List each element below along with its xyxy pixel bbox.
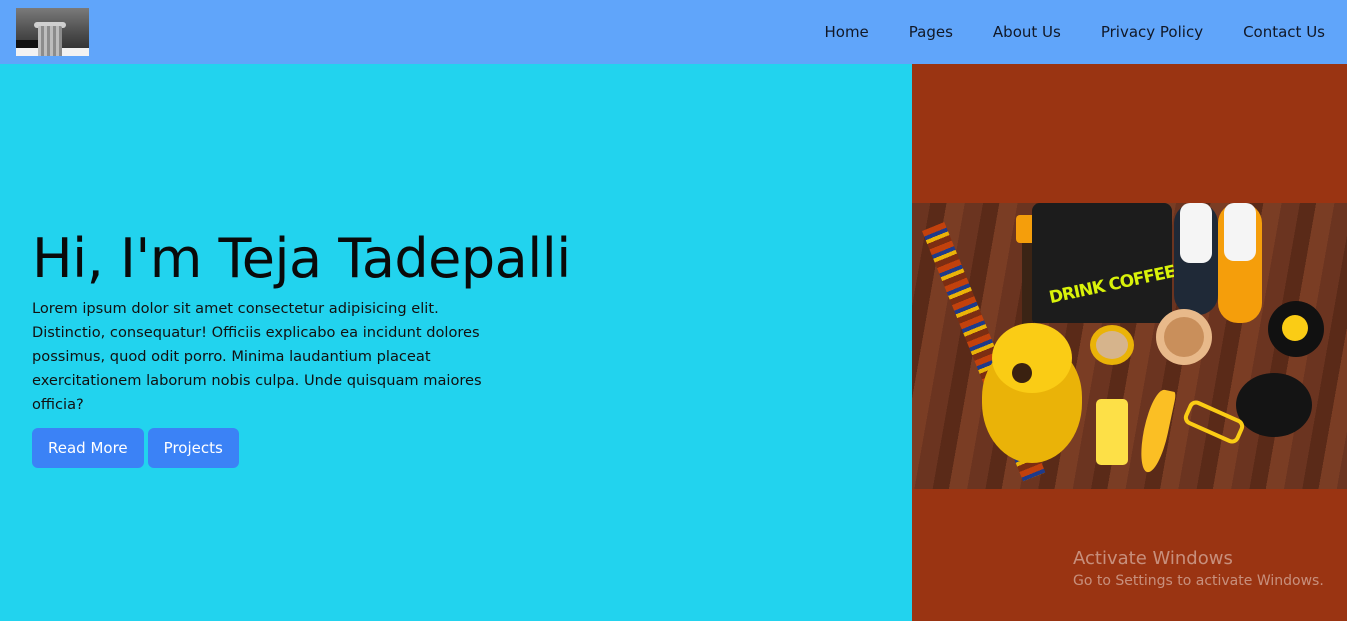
- hero-title: Hi, I'm Teja Tadepalli: [32, 227, 571, 290]
- hero-image-panel: DRINK COFFEE: [912, 64, 1347, 621]
- coffee-cup-inside: [1096, 331, 1128, 359]
- sneaker-black-laces: [1180, 203, 1212, 263]
- bowl-inside: [1164, 317, 1204, 357]
- sneaker-yellow-laces: [1224, 203, 1256, 261]
- trash-can-icon: [38, 26, 62, 56]
- kettle: [1236, 373, 1312, 437]
- nav-links: Home Pages About Us Privacy Policy Conta…: [784, 0, 1325, 64]
- nav-link-home[interactable]: Home: [824, 23, 868, 41]
- nav-link-privacy-policy[interactable]: Privacy Policy: [1101, 23, 1203, 41]
- hero-photo: DRINK COFFEE: [912, 203, 1347, 489]
- hero-buttons: Read More Projects: [32, 428, 239, 468]
- read-more-button[interactable]: Read More: [32, 428, 144, 468]
- ukulele-sound-hole: [1012, 363, 1032, 383]
- activate-windows-watermark: Activate Windows Go to Settings to activ…: [1073, 548, 1324, 591]
- watermark-subtitle: Go to Settings to activate Windows.: [1073, 573, 1324, 589]
- site-logo[interactable]: [16, 8, 89, 56]
- nav-link-contact-us[interactable]: Contact Us: [1243, 23, 1325, 41]
- banana: [1135, 387, 1177, 475]
- hero-section: Hi, I'm Teja Tadepalli Lorem ipsum dolor…: [0, 64, 912, 621]
- nav-link-pages[interactable]: Pages: [909, 23, 953, 41]
- navbar: Home Pages About Us Privacy Policy Conta…: [0, 0, 1347, 64]
- projects-button[interactable]: Projects: [147, 428, 239, 468]
- watermark-title: Activate Windows: [1073, 548, 1233, 569]
- coffee-grinder-top: [1282, 315, 1308, 341]
- nav-link-about-us[interactable]: About Us: [993, 23, 1061, 41]
- phone: [1096, 399, 1128, 465]
- hero-description: Lorem ipsum dolor sit amet consectetur a…: [32, 300, 482, 413]
- ukulele-upper-body: [992, 323, 1072, 393]
